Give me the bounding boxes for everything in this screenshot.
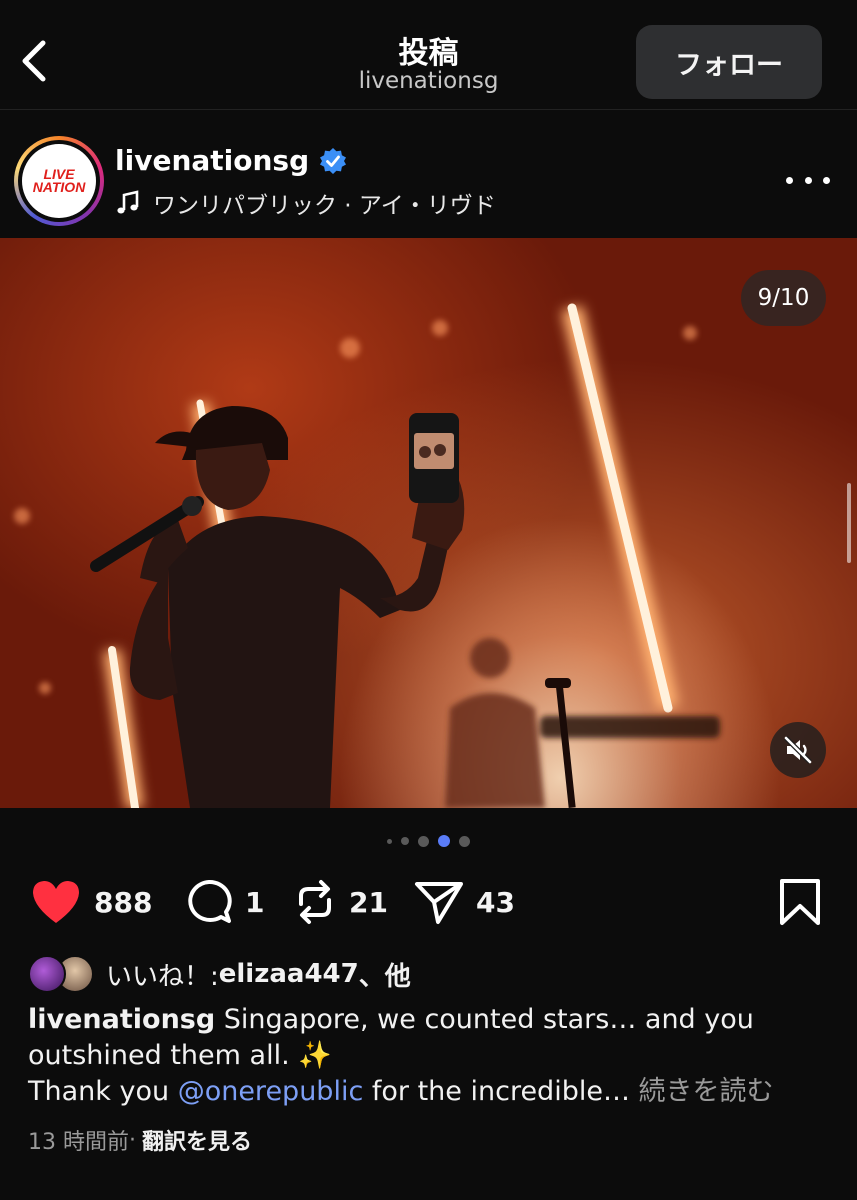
carousel-dot (401, 837, 409, 845)
post-username[interactable]: livenationsg (115, 144, 347, 177)
post-header: LIVE NATION livenationsg ワンリパブリック · アイ・リ… (0, 110, 857, 238)
save-button[interactable] (778, 870, 822, 934)
action-bar: 888 1 21 43 (0, 870, 857, 934)
live-nation-logo: LIVE NATION (32, 166, 86, 195)
more-dots-icon (786, 176, 793, 184)
music-attribution[interactable]: ワンリパブリック · アイ・リヴド (115, 186, 496, 220)
music-title: ワンリパブリック · アイ・リヴド (153, 193, 496, 219)
read-more-link[interactable]: 続きを読む (630, 1076, 774, 1107)
repost-count: 21 (349, 885, 388, 919)
photo-counter: 9/10 (741, 270, 826, 326)
carousel-indicator (0, 830, 857, 852)
post-meta: 13 時間前 · 翻訳を見る (28, 1124, 252, 1156)
share-button[interactable]: 43 (414, 870, 515, 934)
liker-avatar-1 (28, 955, 66, 993)
caption-username[interactable]: livenationsg (28, 1004, 215, 1035)
caption-line-2b: for the incredible… (363, 1076, 630, 1107)
share-count: 43 (476, 885, 515, 919)
carousel-dot-active (438, 835, 450, 847)
comment-bubble-icon (188, 879, 232, 923)
speaker-muted-icon (784, 736, 812, 764)
send-icon (415, 882, 463, 924)
top-bar: 投稿 livenationsg フォロー (0, 0, 857, 110)
verified-badge-icon (320, 147, 347, 174)
meta-separator: · (129, 1127, 136, 1153)
heart-icon (33, 881, 79, 923)
liked-by-prefix: いいね！: (106, 961, 219, 992)
liked-by-suffix: 、他 (358, 961, 411, 992)
username-text: livenationsg (115, 144, 310, 177)
post-caption: livenationsg Singapore, we counted stars… (28, 1002, 828, 1110)
repost-button[interactable]: 21 (293, 870, 388, 934)
carousel-dot (418, 835, 429, 847)
post-timestamp: 13 時間前 (28, 1130, 129, 1155)
repost-icon (299, 880, 331, 924)
post-photo[interactable]: 9/10 (0, 238, 857, 808)
like-count: 888 (94, 885, 153, 919)
carousel-dot (459, 835, 470, 847)
mute-button[interactable] (770, 722, 826, 778)
translate-link[interactable]: 翻訳を見る (142, 1124, 252, 1156)
liked-by-row[interactable]: いいね！: elizaa447 、他 (28, 953, 411, 995)
avatar[interactable]: LIVE NATION (14, 136, 104, 226)
concert-photo-illustration (14, 303, 720, 808)
scroll-indicator (847, 483, 851, 563)
comment-button[interactable]: 1 (185, 870, 264, 934)
liked-by-user[interactable]: elizaa447 (219, 959, 359, 989)
caption-line-2a: Thank you (28, 1076, 178, 1107)
carousel-dot (387, 838, 392, 844)
more-options-button[interactable] (786, 172, 830, 188)
bookmark-icon (780, 879, 820, 925)
music-note-icon (117, 190, 139, 214)
mention-link[interactable]: @onerepublic (178, 1076, 364, 1107)
like-button[interactable]: 888 (30, 870, 152, 934)
follow-button[interactable]: フォロー (636, 25, 822, 99)
comment-count: 1 (245, 885, 265, 919)
